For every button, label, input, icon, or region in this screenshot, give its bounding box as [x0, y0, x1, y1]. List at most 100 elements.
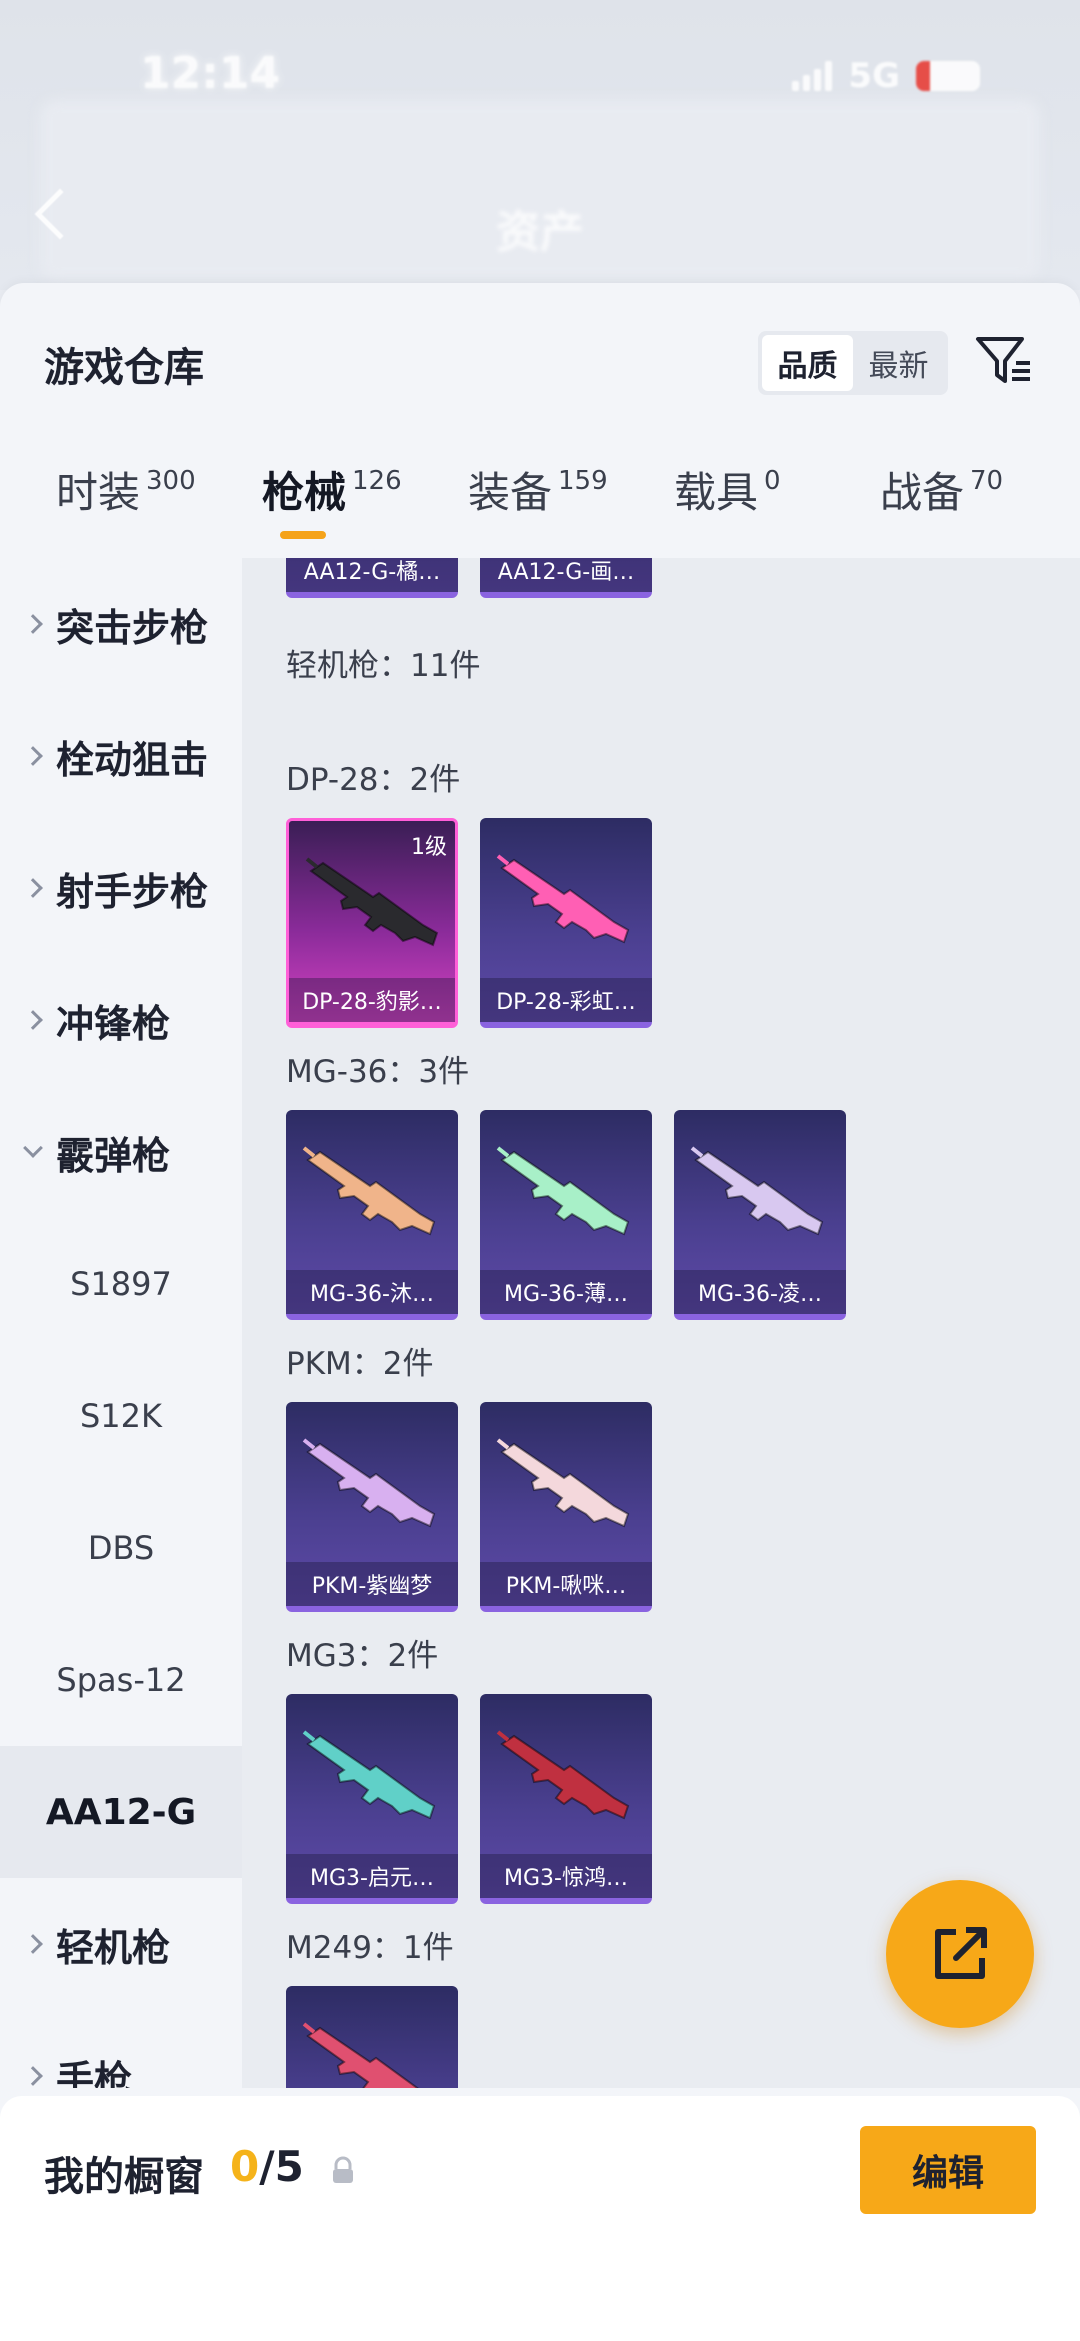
share-button[interactable]: [886, 1880, 1034, 2028]
showcase-max: 5: [274, 2142, 304, 2191]
card-name: AA12-G-画…: [480, 558, 652, 592]
category-label: 霰弹枪: [56, 1133, 171, 1178]
weapon-card[interactable]: MG3-启元…: [286, 1694, 458, 1904]
gun-silhouette: [500, 1442, 630, 1528]
subcategory-dbs[interactable]: DBS: [0, 1482, 242, 1614]
category-bolt-sniper[interactable]: 栓动狙击: [0, 690, 242, 822]
category-assault-rifle[interactable]: 突击步枪: [0, 558, 242, 690]
subcategory-aa12g[interactable]: AA12-G: [0, 1746, 242, 1878]
card-name: PKM-啾咪…: [480, 1562, 652, 1606]
gun-silhouette: [500, 858, 630, 944]
chevron-right-icon: [23, 1934, 43, 1954]
gun-image: [302, 2022, 419, 2088]
tab-count: 300: [146, 466, 196, 496]
tab-supplies[interactable]: 战备 70: [880, 463, 1003, 523]
gun-image: [690, 1146, 824, 1236]
card-name: MG-36-沐…: [286, 1270, 458, 1314]
category-smg[interactable]: 冲锋枪: [0, 954, 242, 1086]
showcase-label: 我的橱窗: [44, 2154, 204, 2200]
gun-silhouette: [500, 1150, 630, 1236]
category-label: 手枪: [56, 2057, 133, 2089]
weapon-card[interactable]: AA12-G-橘…: [286, 558, 458, 598]
group-title: MG3：2件: [286, 1638, 439, 1674]
status-time: 12:14: [140, 48, 281, 99]
gun-image: [305, 857, 439, 947]
weapon-card[interactable]: MG-36-沐…: [286, 1110, 458, 1320]
gun-barrel: [302, 1730, 316, 1742]
tab-count: 70: [970, 466, 1004, 496]
showcase-bar: 我的橱窗 0/5 编辑: [0, 2096, 1080, 2341]
card-name: AA12-G-橘…: [286, 558, 458, 592]
gun-barrel: [496, 1146, 510, 1158]
chevron-right-icon: [23, 746, 43, 766]
weapon-category-list: 突击步枪 栓动狙击 射手步枪 冲锋枪 霰弹枪 S1897 S12K DBS Sp…: [0, 558, 242, 2088]
weapon-card[interactable]: MG-36-薄…: [480, 1110, 652, 1320]
weapon-card[interactable]: AA12-G-画…: [480, 558, 652, 598]
sort-option-quality[interactable]: 品质: [762, 335, 853, 391]
status-indicators: 5G: [792, 56, 980, 96]
group-title: PKM：2件: [286, 1346, 434, 1382]
card-name: DP-28-豹影…: [289, 978, 455, 1022]
gun-silhouette: [694, 1150, 824, 1236]
weapon-card[interactable]: PKM-紫幽梦: [286, 1402, 458, 1612]
chevron-down-icon: [23, 1138, 43, 1158]
subcategory-s1897[interactable]: S1897: [0, 1218, 242, 1350]
card-name: MG3-惊鸿…: [480, 1854, 652, 1898]
tab-label: 装备: [468, 468, 553, 517]
category-label: 冲锋枪: [56, 1001, 171, 1046]
tab-count: 159: [558, 466, 608, 496]
gun-image: [302, 1438, 436, 1528]
tab-count: 0: [764, 466, 781, 496]
tab-label: 载具: [674, 468, 759, 517]
weapon-card[interactable]: PKM-啾咪…: [480, 1402, 652, 1612]
gun-barrel: [305, 857, 319, 869]
gun-silhouette: [500, 1734, 630, 1820]
chevron-right-icon: [23, 2066, 43, 2086]
section-title-lmg: 轻机枪：11件: [286, 648, 481, 684]
category-tabs: 时装 300 枪械 126 装备 159 载具 0 战备 70: [0, 463, 1080, 553]
subcategory-spas12[interactable]: Spas-12: [0, 1614, 242, 1746]
network-type: 5G: [848, 56, 900, 96]
tab-firearms[interactable]: 枪械 126: [262, 463, 402, 523]
weapon-card[interactable]: [286, 1986, 458, 2088]
card-name: DP-28-彩虹…: [480, 978, 652, 1022]
weapon-card[interactable]: MG3-惊鸿…: [480, 1694, 652, 1904]
chevron-right-icon: [23, 614, 43, 634]
tab-fashion[interactable]: 时装 300: [56, 463, 196, 523]
battery-icon: [916, 61, 980, 91]
tab-label: 时装: [56, 468, 141, 517]
category-shotgun[interactable]: 霰弹枪: [0, 1086, 242, 1218]
warehouse-sheet: 游戏仓库 品质 最新 时装 300 枪械 126 装备 159 载具 0 战备 …: [0, 283, 1080, 2341]
weapon-card[interactable]: DP-28-彩虹…: [480, 818, 652, 1028]
gun-barrel: [302, 1438, 316, 1450]
page-title: 资产: [496, 207, 584, 258]
showcase-count: 0/5: [230, 2142, 304, 2191]
category-marksman-rifle[interactable]: 射手步枪: [0, 822, 242, 954]
gun-image: [496, 1438, 630, 1528]
category-label: 射手步枪: [56, 869, 209, 914]
gun-silhouette: [309, 861, 439, 947]
filter-icon[interactable]: [972, 329, 1036, 393]
active-tab-indicator: [280, 531, 326, 539]
gun-image: [496, 854, 630, 944]
gun-silhouette: [306, 1442, 436, 1528]
showcase-separator: /: [259, 2142, 275, 2191]
group-title: DP-28：2件: [286, 762, 461, 798]
gun-image: [302, 1730, 436, 1820]
category-lmg[interactable]: 轻机枪: [0, 1878, 242, 2010]
gun-barrel: [496, 1730, 510, 1742]
weapon-card[interactable]: MG-36-凌…: [674, 1110, 846, 1320]
tab-vehicles[interactable]: 载具 0: [674, 463, 781, 523]
tab-equipment[interactable]: 装备 159: [468, 463, 608, 523]
showcase-current: 0: [230, 2142, 260, 2191]
category-pistol[interactable]: 手枪: [0, 2010, 242, 2088]
category-label: 轻机枪: [56, 1925, 171, 1970]
category-label: 突击步枪: [56, 605, 209, 650]
sort-option-newest[interactable]: 最新: [853, 335, 944, 391]
edit-button[interactable]: 编辑: [860, 2126, 1036, 2214]
subcategory-s12k[interactable]: S12K: [0, 1350, 242, 1482]
card-name: MG-36-凌…: [674, 1270, 846, 1314]
group-title: M249：1件: [286, 1930, 454, 1966]
lock-icon: [333, 2156, 353, 2183]
weapon-card[interactable]: 1级 DP-28-豹影…: [286, 818, 458, 1028]
